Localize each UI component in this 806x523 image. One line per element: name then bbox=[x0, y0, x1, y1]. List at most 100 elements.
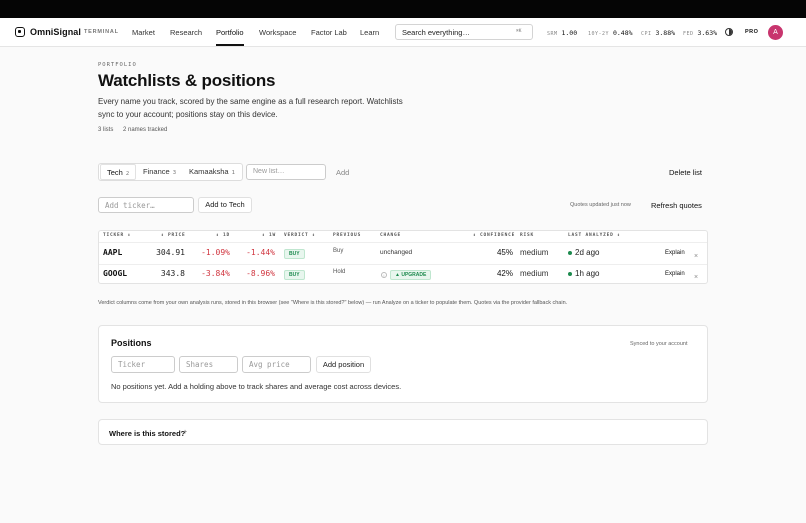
position-ticker-input[interactable] bbox=[118, 360, 168, 369]
column-header-price[interactable]: ↕ PRICE bbox=[161, 233, 186, 238]
position-avg-price-field[interactable] bbox=[242, 356, 311, 373]
storage-disclosure-label[interactable]: Where is this stored? bbox=[109, 429, 185, 438]
ticker-value: 3.63% bbox=[697, 29, 718, 37]
row-1d-change: -3.84% bbox=[201, 269, 230, 278]
pro-badge[interactable]: PRO bbox=[745, 29, 758, 35]
new-list-input[interactable] bbox=[253, 168, 321, 175]
ticker-srm: SRM 1.00 bbox=[547, 29, 577, 37]
top-nav: OmniSignal TERMINAL Market Research Port… bbox=[0, 18, 806, 47]
explain-button[interactable]: Explain bbox=[665, 250, 685, 256]
column-header-confidence[interactable]: ↕ CONFIDENCE bbox=[473, 233, 515, 238]
upgrade-badge: ▲ UPGRADE bbox=[390, 270, 432, 280]
tab-count: 2 bbox=[125, 171, 130, 177]
nav-link-factor-lab[interactable]: Factor Lab bbox=[311, 28, 347, 37]
risk-value: medium bbox=[520, 248, 549, 257]
tab-tech[interactable]: Tech 2 bbox=[100, 164, 137, 180]
positions-title: Positions bbox=[111, 338, 152, 348]
add-to-list-button[interactable]: Add to Tech bbox=[198, 197, 252, 213]
nav-link-learn[interactable]: Learn bbox=[360, 28, 379, 37]
remove-row-icon[interactable]: × bbox=[694, 253, 698, 260]
verdict-footnote: Verdict columns come from your own analy… bbox=[98, 300, 568, 306]
theme-toggle-icon[interactable] bbox=[725, 28, 733, 36]
add-ticker-input[interactable] bbox=[105, 201, 189, 210]
add-list-button[interactable]: Add bbox=[336, 168, 349, 177]
column-header-change: CHANGE bbox=[380, 233, 402, 238]
nav-link-portfolio[interactable]: Portfolio bbox=[216, 28, 244, 37]
top-black-bar bbox=[0, 0, 806, 18]
nav-link-market[interactable]: Market bbox=[132, 28, 155, 37]
position-shares-field[interactable] bbox=[179, 356, 238, 373]
tab-label: Kamaaksha bbox=[189, 167, 229, 176]
risk-value: medium bbox=[520, 269, 549, 278]
explain-button[interactable]: Explain bbox=[665, 271, 685, 277]
storage-disclosure[interactable]: Where is this stored? + bbox=[98, 419, 708, 445]
page-description: Every name you track, scored by the same… bbox=[98, 97, 403, 119]
confidence-value: 45% bbox=[496, 248, 513, 257]
row-price: 304.91 bbox=[156, 248, 185, 257]
ticker-cpi: CPI 3.88% bbox=[641, 29, 675, 37]
column-header-ticker[interactable]: TICKER ↕ bbox=[103, 233, 131, 238]
ticker-10y-2y: 10Y-2Y 0.48% bbox=[588, 29, 633, 37]
column-header-1w[interactable]: ↕ 1W bbox=[262, 233, 276, 238]
nav-link-workspace[interactable]: Workspace bbox=[259, 28, 296, 37]
page-eyebrow: PORTFOLIO bbox=[98, 62, 137, 68]
global-search[interactable]: ⌘K bbox=[395, 24, 533, 40]
fresh-status-dot bbox=[568, 272, 572, 276]
brand-name[interactable]: OmniSignal bbox=[30, 27, 81, 37]
header-divider bbox=[99, 242, 707, 243]
positions-panel: Positions Synced to your account Add pos… bbox=[98, 325, 708, 403]
row-1w-change: -8.96% bbox=[246, 269, 275, 278]
quotes-status: Quotes updated just now bbox=[570, 202, 631, 208]
active-nav-underline bbox=[216, 44, 244, 46]
ticker-key: CPI bbox=[641, 31, 652, 37]
column-header-verdict[interactable]: VERDICT ↕ bbox=[284, 233, 316, 238]
row-1w-change: -1.44% bbox=[246, 248, 275, 257]
ticker-value: 0.48% bbox=[612, 29, 633, 37]
change-info-icon[interactable]: i bbox=[381, 272, 387, 278]
names-tracked: 2 names tracked bbox=[123, 127, 168, 133]
column-header-risk: RISK bbox=[520, 233, 535, 238]
row-1d-change: -1.09% bbox=[201, 248, 230, 257]
watchlist-tabs: Tech 2 Finance 3 Kamaaksha 1 bbox=[98, 163, 243, 181]
column-header-1d[interactable]: ↕ 1D bbox=[216, 233, 230, 238]
tab-count: 3 bbox=[172, 170, 176, 176]
row-ticker[interactable]: GOOGL bbox=[103, 269, 127, 278]
column-header-last-analyzed[interactable]: LAST ANALYZED ↕ bbox=[568, 233, 621, 238]
tab-kamaaksha[interactable]: Kamaaksha 1 bbox=[183, 164, 241, 180]
user-avatar[interactable]: A bbox=[768, 25, 783, 40]
remove-row-icon[interactable]: × bbox=[694, 274, 698, 281]
expand-plus-icon[interactable]: + bbox=[183, 429, 187, 436]
add-position-button[interactable]: Add position bbox=[316, 356, 371, 373]
ticker-value: 3.88% bbox=[655, 29, 676, 37]
previous-verdict: Hold bbox=[333, 269, 346, 275]
confidence-value: 42% bbox=[496, 269, 513, 278]
fresh-status-dot bbox=[568, 251, 572, 255]
search-shortcut: ⌘K bbox=[516, 29, 522, 34]
previous-verdict: Buy bbox=[333, 248, 344, 254]
tab-label: Finance bbox=[143, 167, 170, 176]
row-ticker[interactable]: AAPL bbox=[103, 248, 122, 257]
terminal-tag: TERMINAL bbox=[84, 29, 119, 35]
position-avg-price-input[interactable] bbox=[249, 360, 303, 369]
lists-count: 3 lists bbox=[98, 127, 114, 133]
tab-finance[interactable]: Finance 3 bbox=[137, 164, 182, 180]
new-list-field[interactable] bbox=[246, 164, 326, 180]
verdict-badge: BUY bbox=[284, 249, 305, 259]
last-analyzed: 1h ago bbox=[575, 269, 600, 278]
tab-label: Tech bbox=[107, 168, 123, 177]
position-ticker-field[interactable] bbox=[111, 356, 175, 373]
delete-list-button[interactable]: Delete list bbox=[669, 168, 702, 177]
omnisignal-logo-icon[interactable] bbox=[15, 27, 25, 37]
ticker-key: SRM bbox=[547, 31, 558, 37]
add-ticker-field[interactable] bbox=[98, 197, 194, 213]
ticker-fed: FED 3.63% bbox=[683, 29, 717, 37]
position-shares-input[interactable] bbox=[186, 360, 232, 369]
ticker-value: 1.00 bbox=[561, 29, 578, 37]
column-header-previous: PREVIOUS bbox=[333, 233, 362, 238]
ticker-key: FED bbox=[683, 31, 694, 37]
refresh-quotes-button[interactable]: Refresh quotes bbox=[651, 201, 702, 210]
nav-link-research[interactable]: Research bbox=[170, 28, 202, 37]
search-input[interactable] bbox=[402, 27, 512, 38]
page-title: Watchlists & positions bbox=[98, 71, 276, 90]
verdict-badge: BUY bbox=[284, 270, 305, 280]
